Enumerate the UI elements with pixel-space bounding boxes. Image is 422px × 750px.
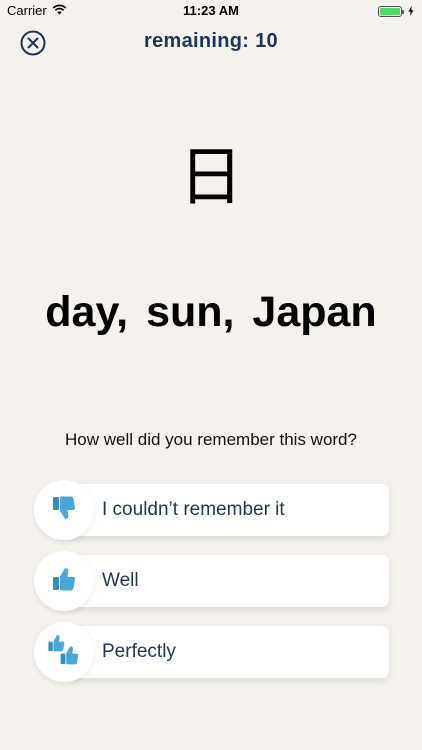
status-time: 11:23 AM — [183, 3, 239, 18]
option-label: I couldn’t remember it — [102, 499, 285, 520]
status-bar: Carrier 11:23 AM — [0, 0, 422, 22]
option-label: Well — [102, 570, 139, 591]
thumbs-down-icon — [51, 494, 77, 527]
battery-icon — [378, 6, 404, 17]
option-icon-circle — [34, 622, 94, 682]
option-well-button[interactable]: Well — [34, 551, 389, 611]
option-icon-circle — [34, 551, 94, 611]
double-thumbs-up-icon — [47, 633, 81, 672]
recall-question: How well did you remember this word? — [65, 430, 357, 449]
kanji-character: 日 — [179, 141, 243, 215]
status-right — [378, 4, 414, 19]
option-couldnt-remember-button[interactable]: I couldn’t remember it — [34, 480, 389, 540]
option-icon-circle — [34, 480, 94, 540]
battery-fill — [380, 8, 400, 15]
charging-icon — [408, 4, 414, 19]
option-label: Perfectly — [102, 641, 176, 662]
remaining-count: remaining: 10 — [144, 30, 278, 52]
thumbs-up-icon — [51, 565, 77, 598]
option-perfectly-button[interactable]: Perfectly — [34, 622, 389, 682]
word-meaning: day, sun, Japan — [45, 288, 377, 336]
